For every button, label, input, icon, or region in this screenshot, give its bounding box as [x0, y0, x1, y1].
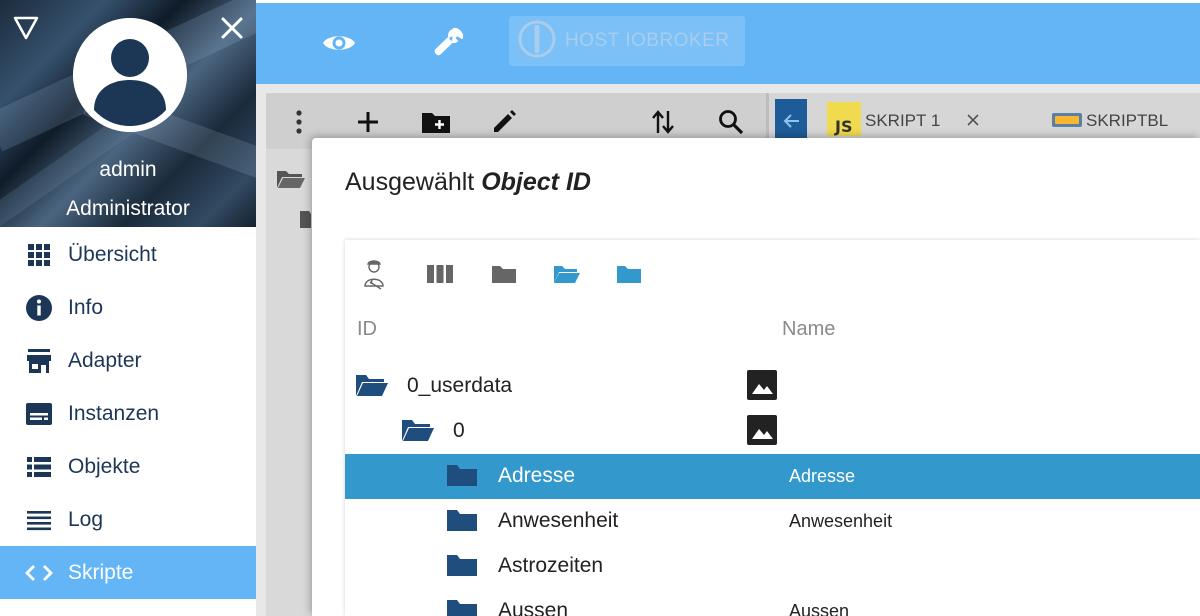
row-id: Adresse	[498, 464, 576, 487]
add-icon[interactable]	[353, 107, 383, 137]
folder-open-icon[interactable]	[299, 209, 311, 233]
sidebar: admin Administrator Übersicht Info Adapt…	[0, 0, 256, 616]
log-icon	[24, 505, 54, 535]
user-role: Administrator	[66, 197, 190, 220]
list-icon	[24, 452, 54, 482]
object-browser: ID Name 0_userdata 0 Adresse Adresse Anw…	[345, 240, 1200, 616]
tree-row[interactable]: 0	[345, 409, 1200, 454]
user-name: admin	[99, 158, 157, 181]
folder-icon	[446, 597, 480, 616]
svg-text:JS: JS	[834, 117, 852, 136]
sidebar-item-info[interactable]: Info	[0, 281, 256, 334]
apps-icon	[24, 240, 54, 270]
tab-label: SKRIPT 1	[865, 111, 941, 130]
tree-row[interactable]: Anwesenheit Anwesenheit	[345, 499, 1200, 544]
folder-icon	[446, 552, 480, 580]
sidebar-item-uebersicht[interactable]: Übersicht	[0, 228, 256, 281]
dialog-title: Ausgewählt Object ID	[345, 168, 591, 197]
javascript-icon: JS	[827, 102, 861, 140]
eye-icon[interactable]	[319, 23, 359, 63]
menu-collapse-icon[interactable]	[12, 14, 40, 42]
sidebar-item-label: Adapter	[68, 348, 142, 372]
sidebar-nav: Übersicht Info Adapter Instanzen Objekte	[0, 228, 256, 599]
top-bar: HOST IOBROKER	[256, 0, 1200, 84]
avatar[interactable]	[73, 18, 187, 132]
host-label: HOST IOBROKER	[565, 30, 730, 51]
row-name: Adresse	[789, 466, 856, 486]
sidebar-item-instanzen[interactable]: Instanzen	[0, 387, 256, 440]
row-id: 0_userdata	[407, 374, 513, 397]
tree-row[interactable]: Aussen Aussen	[345, 589, 1200, 616]
iobroker-logo-icon	[517, 19, 557, 63]
image-icon[interactable]	[747, 370, 777, 400]
row-name: Aussen	[789, 601, 850, 616]
edit-icon[interactable]	[489, 107, 519, 137]
scripts-tree	[266, 149, 311, 616]
close-tab-icon[interactable]	[966, 112, 980, 131]
column-header-id[interactable]: ID	[357, 318, 377, 341]
row-id: 0	[453, 419, 465, 442]
sidebar-item-label: Instanzen	[68, 401, 160, 425]
arrow-back-icon[interactable]	[775, 99, 807, 143]
sidebar-item-objekte[interactable]: Objekte	[0, 440, 256, 493]
row-id: Anwesenheit	[498, 509, 619, 532]
sidebar-item-adapter[interactable]: Adapter	[0, 334, 256, 387]
folder-open-icon[interactable]	[276, 169, 306, 193]
row-id: Astrozeiten	[498, 554, 604, 577]
folder-expand-icon[interactable]	[550, 258, 584, 290]
sidebar-item-label: Objekte	[68, 454, 141, 478]
sidebar-item-label: Übersicht	[68, 242, 157, 266]
code-icon	[24, 558, 54, 588]
close-icon[interactable]	[218, 14, 246, 42]
folder-collapse-icon[interactable]	[487, 258, 521, 290]
sidebar-item-log[interactable]: Log	[0, 493, 256, 546]
folder-icon	[446, 507, 480, 535]
sidebar-item-skripte[interactable]: Skripte	[0, 546, 256, 599]
search-icon[interactable]	[716, 107, 746, 137]
tab-label: SKRIPTBL	[1086, 111, 1169, 130]
tab-skript-1[interactable]: JS SKRIPT 1	[827, 101, 980, 141]
sidebar-item-label: Info	[68, 295, 104, 319]
folder-icon	[446, 462, 480, 490]
store-icon	[24, 346, 54, 376]
sort-icon[interactable]	[648, 107, 678, 137]
host-selector[interactable]: HOST IOBROKER	[509, 16, 745, 66]
folder-open-icon	[401, 417, 435, 445]
folder-icon[interactable]	[612, 258, 646, 290]
sidebar-item-label: Skripte	[68, 560, 134, 584]
dialog-title-prefix: Ausgewählt	[345, 168, 475, 196]
column-header-name[interactable]: Name	[782, 318, 835, 341]
tab-skriptbl[interactable]: SKRIPTBL	[1052, 101, 1168, 141]
tree-row-selected[interactable]: Adresse Adresse	[345, 454, 1200, 499]
blockly-icon	[1052, 112, 1082, 131]
dialog-title-object-id: Object ID	[481, 168, 591, 196]
info-icon	[24, 293, 54, 323]
sidebar-item-label: Log	[68, 507, 104, 531]
columns-icon[interactable]	[423, 258, 457, 290]
select-id-dialog: Ausgewählt Object ID ID Name 0_userdata	[312, 138, 1200, 616]
row-id: Aussen	[498, 599, 569, 616]
instances-icon	[24, 399, 54, 429]
profile-header: admin Administrator	[0, 0, 256, 227]
wrench-icon[interactable]	[429, 23, 469, 63]
more-vert-icon[interactable]	[284, 107, 314, 137]
image-icon[interactable]	[747, 415, 777, 445]
tree-row[interactable]: Astrozeiten	[345, 544, 1200, 589]
row-name: Anwesenheit	[789, 511, 893, 531]
expert-mode-icon[interactable]	[357, 258, 391, 290]
tree-row[interactable]: 0_userdata	[345, 364, 1200, 409]
folder-open-icon	[355, 372, 389, 400]
folder-add-icon[interactable]	[421, 107, 451, 137]
